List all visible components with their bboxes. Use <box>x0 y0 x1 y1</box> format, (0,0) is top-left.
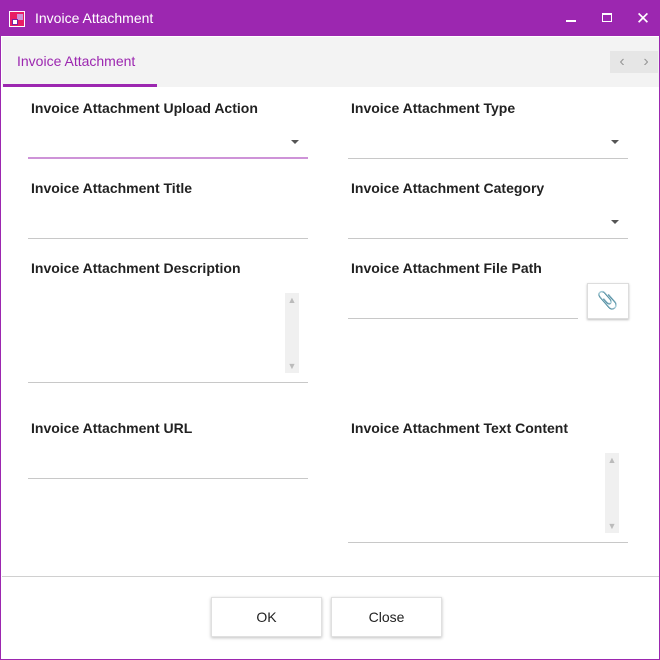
text-content-label: Invoice Attachment Text Content <box>351 420 569 436</box>
tab-label: Invoice Attachment <box>17 53 136 69</box>
tab-invoice-attachment[interactable]: Invoice Attachment <box>3 37 157 87</box>
tab-nav: ‹ › <box>610 51 658 73</box>
file-path-label: Invoice Attachment File Path <box>351 260 542 276</box>
upload-action-dropdown[interactable] <box>28 125 308 159</box>
minimize-button[interactable] <box>553 1 589 36</box>
description-textarea[interactable] <box>28 291 286 375</box>
scroll-down-icon[interactable]: ▼ <box>285 359 299 373</box>
attachment-type-dropdown[interactable] <box>348 125 628 159</box>
app-icon <box>9 11 25 27</box>
chevron-left-icon: ‹ <box>619 53 625 70</box>
text-content-textarea[interactable] <box>348 451 604 535</box>
paperclip-icon: 📎 <box>597 291 619 310</box>
file-path-underline <box>348 318 578 319</box>
invoice-attachment-window: Invoice Attachment ✕ Invoice Attachment … <box>0 0 660 660</box>
maximize-button[interactable] <box>589 1 625 36</box>
minimize-icon <box>566 20 576 22</box>
form-panel: Invoice Attachment Upload Action Invoice… <box>2 87 659 577</box>
scroll-up-icon[interactable]: ▲ <box>605 453 619 467</box>
file-path-input[interactable] <box>348 285 578 319</box>
scroll-down-icon[interactable]: ▼ <box>605 519 619 533</box>
chevron-right-icon: › <box>643 53 649 70</box>
dropdown-caret-icon <box>291 140 299 144</box>
description-label: Invoice Attachment Description <box>31 260 241 276</box>
close-button[interactable]: Close <box>331 597 442 637</box>
attachment-type-underline <box>348 158 628 159</box>
text-content-scrollbar[interactable]: ▲ ▼ <box>605 453 619 533</box>
title-bar[interactable]: Invoice Attachment ✕ <box>1 1 659 36</box>
tab-scroll-left-button[interactable]: ‹ <box>610 51 634 73</box>
url-label: Invoice Attachment URL <box>31 420 193 436</box>
maximize-icon <box>602 13 612 22</box>
tab-scroll-right-button[interactable]: › <box>634 51 658 73</box>
description-scrollbar[interactable]: ▲ ▼ <box>285 293 299 373</box>
title-input[interactable] <box>28 205 308 239</box>
dropdown-caret-icon <box>611 220 619 224</box>
tab-strip: Invoice Attachment ‹ › <box>2 37 659 87</box>
dropdown-caret-icon <box>611 140 619 144</box>
upload-action-label: Invoice Attachment Upload Action <box>31 100 258 116</box>
window-title: Invoice Attachment <box>35 10 154 26</box>
text-content-underline <box>348 542 628 543</box>
category-label: Invoice Attachment Category <box>351 180 545 196</box>
url-input[interactable] <box>28 445 308 479</box>
category-underline <box>348 238 628 239</box>
title-label: Invoice Attachment Title <box>31 180 193 196</box>
ok-button[interactable]: OK <box>211 597 322 637</box>
title-underline <box>28 238 308 239</box>
close-icon: ✕ <box>635 9 651 28</box>
description-underline <box>28 382 308 383</box>
category-dropdown[interactable] <box>348 205 628 239</box>
url-underline <box>28 478 308 479</box>
close-window-button[interactable]: ✕ <box>625 1 660 36</box>
upload-action-underline <box>28 157 308 159</box>
attach-file-button[interactable]: 📎 <box>587 283 629 319</box>
attachment-type-label: Invoice Attachment Type <box>351 100 516 116</box>
scroll-up-icon[interactable]: ▲ <box>285 293 299 307</box>
